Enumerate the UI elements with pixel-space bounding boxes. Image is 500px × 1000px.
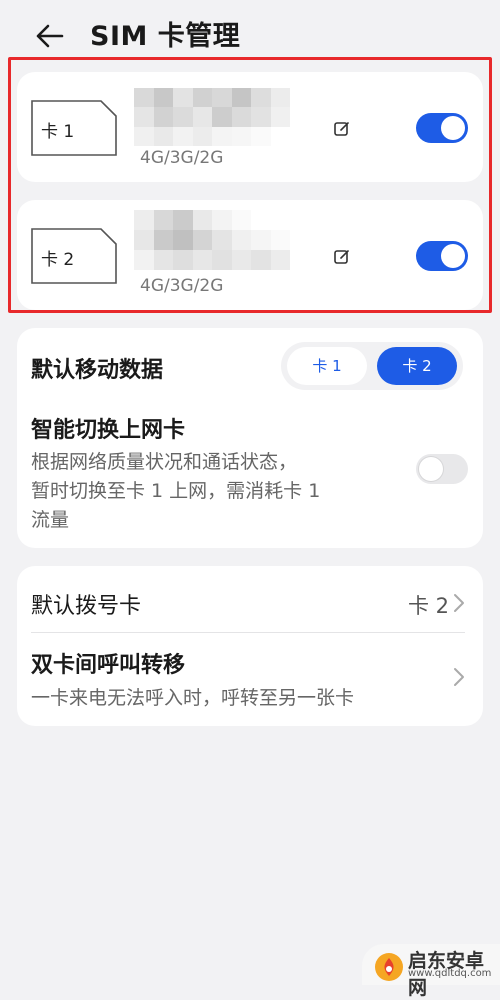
default-dial-value: 卡 2 — [407, 594, 449, 618]
back-arrow-icon[interactable] — [32, 18, 68, 54]
smart-switch-description: 根据网络质量状况和通话状态， 暂时切换至卡 1 上网，需消耗卡 1 流量 — [31, 448, 401, 535]
default-data-label: 默认移动数据 — [31, 358, 164, 383]
call-forward-row[interactable]: 双卡间呼叫转移 一卡来电无法呼入时，呼转至另一张卡 — [17, 633, 483, 726]
call-forward-description: 一卡来电无法呼入时，呼转至另一张卡 — [31, 687, 355, 709]
data-option-sim1[interactable]: 卡 1 — [287, 347, 367, 385]
page-title: SIM 卡管理 — [90, 21, 241, 52]
default-data-selector: 卡 1 卡 2 — [281, 342, 463, 390]
watermark: 启东安卓网 www.qdltdq.com — [362, 944, 500, 999]
highlight-box — [8, 57, 492, 313]
desc-line: 根据网络质量状况和通话状态， — [31, 451, 298, 473]
smart-switch-toggle[interactable] — [416, 454, 468, 484]
smart-switch-title: 智能切换上网卡 — [31, 418, 186, 443]
desc-line: 暂时切换至卡 1 上网，需消耗卡 1 — [31, 480, 321, 502]
data-option-sim2[interactable]: 卡 2 — [377, 347, 457, 385]
desc-line: 流量 — [31, 509, 70, 531]
watermark-logo-icon — [375, 953, 403, 981]
watermark-url: www.qdltdq.com — [408, 968, 492, 979]
chevron-right-icon — [454, 668, 464, 686]
call-forward-title: 双卡间呼叫转移 — [31, 653, 186, 678]
call-settings-card: 默认拨号卡 卡 2 双卡间呼叫转移 一卡来电无法呼入时，呼转至另一张卡 — [17, 566, 483, 726]
default-dial-label: 默认拨号卡 — [31, 594, 142, 619]
data-settings-card: 默认移动数据 卡 1 卡 2 智能切换上网卡 根据网络质量状况和通话状态， 暂时… — [17, 328, 483, 548]
default-dial-row[interactable]: 默认拨号卡 卡 2 — [17, 566, 483, 632]
chevron-right-icon — [454, 594, 464, 612]
